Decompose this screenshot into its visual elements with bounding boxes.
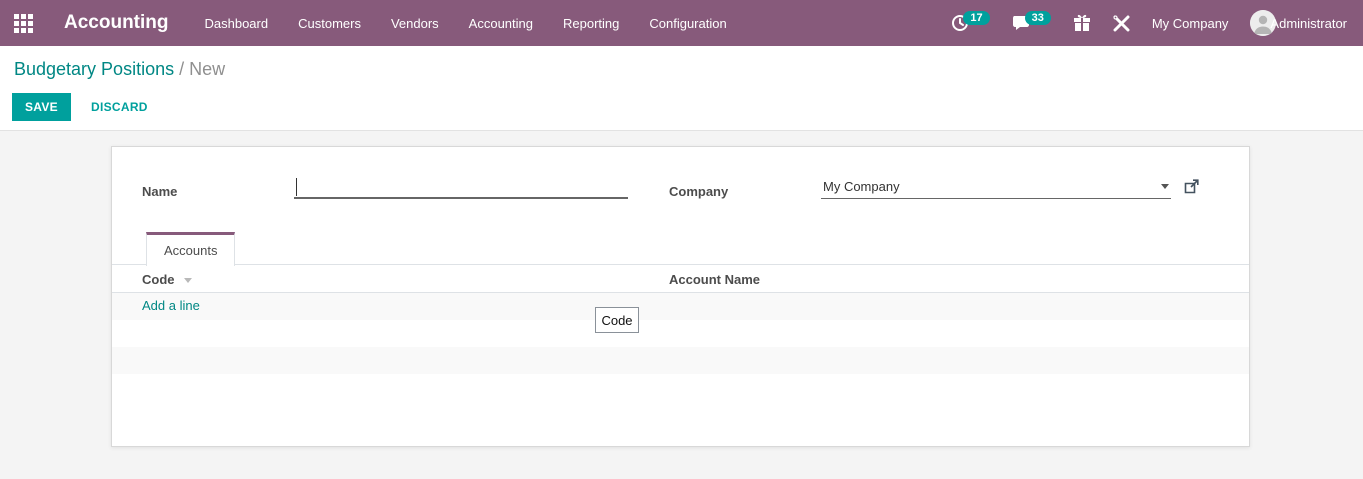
sort-caret-icon	[184, 278, 192, 283]
name-field[interactable]	[294, 175, 628, 199]
code-tooltip: Code	[595, 307, 639, 333]
gift-icon	[1073, 14, 1091, 32]
text-cursor	[296, 178, 297, 196]
column-header-code[interactable]: Code	[142, 272, 192, 287]
table-header-row: Code Account Name	[112, 266, 1249, 293]
tab-accounts[interactable]: Accounts	[146, 232, 235, 266]
form-card: Name Company My Company Accounts Code	[111, 146, 1250, 447]
breadcrumb: Budgetary Positions / New	[14, 59, 225, 80]
company-field-label: Company	[669, 184, 728, 199]
user-name: Administrator	[1270, 16, 1347, 31]
column-header-code-label: Code	[142, 272, 175, 287]
nav-item-configuration[interactable]: Configuration	[649, 16, 726, 31]
main-menu: Dashboard Customers Vendors Accounting R…	[205, 16, 727, 31]
gift-button[interactable]	[1073, 14, 1091, 32]
user-menu[interactable]: Administrator	[1250, 10, 1347, 36]
top-navbar: Accounting Dashboard Customers Vendors A…	[0, 0, 1363, 46]
chevron-down-icon	[1161, 184, 1169, 189]
name-input[interactable]	[294, 175, 628, 197]
company-select[interactable]: My Company	[821, 175, 1171, 199]
activities-badge: 17	[963, 11, 989, 25]
activities-button[interactable]: 17	[951, 14, 989, 32]
apps-menu-button[interactable]	[0, 0, 46, 46]
nav-item-dashboard[interactable]: Dashboard	[205, 16, 269, 31]
company-select-value: My Company	[821, 179, 900, 194]
nav-item-customers[interactable]: Customers	[298, 16, 361, 31]
support-tools-button[interactable]	[1113, 15, 1130, 32]
messages-badge: 33	[1025, 11, 1051, 25]
messages-button[interactable]: 33	[1012, 14, 1051, 32]
main-content: Name Company My Company Accounts Code	[0, 132, 1363, 479]
nav-item-accounting[interactable]: Accounting	[469, 16, 533, 31]
breadcrumb-separator: /	[179, 59, 184, 79]
action-buttons: SAVE DISCARD	[12, 93, 154, 121]
breadcrumb-current: New	[189, 59, 225, 79]
column-header-account-name-label: Account Name	[669, 272, 760, 287]
discard-button[interactable]: DISCARD	[85, 93, 154, 121]
column-header-account-name[interactable]: Account Name	[669, 272, 760, 287]
table-row: Add a line	[112, 293, 1249, 320]
apps-grid-icon	[14, 14, 33, 33]
table-row	[112, 347, 1249, 374]
table-row	[112, 320, 1249, 347]
tools-icon	[1113, 15, 1130, 32]
notebook-tabbar: Accounts	[112, 232, 1249, 265]
control-panel: Budgetary Positions / New SAVE DISCARD	[0, 46, 1363, 131]
nav-item-reporting[interactable]: Reporting	[563, 16, 619, 31]
systray: 17 33 My Company	[951, 10, 1363, 36]
name-field-label: Name	[142, 184, 177, 199]
external-link-icon	[1184, 179, 1199, 194]
company-switcher[interactable]: My Company	[1152, 16, 1229, 31]
breadcrumb-parent-link[interactable]: Budgetary Positions	[14, 59, 174, 79]
nav-item-vendors[interactable]: Vendors	[391, 16, 439, 31]
app-title[interactable]: Accounting	[64, 12, 169, 34]
add-a-line-link[interactable]: Add a line	[142, 298, 200, 313]
save-button[interactable]: SAVE	[12, 93, 71, 121]
external-link-button[interactable]	[1184, 179, 1199, 199]
